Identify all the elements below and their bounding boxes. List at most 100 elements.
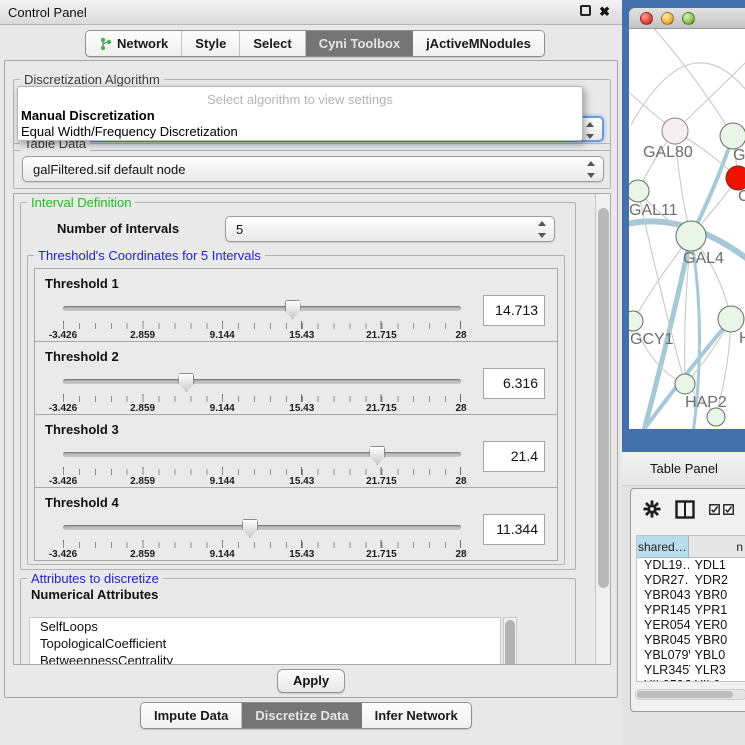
thresholds-group: Threshold's Coordinates for 5 Intervals … <box>27 255 565 565</box>
attributes-list-scrollbar[interactable] <box>503 617 517 665</box>
bottom-tab-bar: Impute Data Discretize Data Infer Networ… <box>140 702 472 729</box>
list-item[interactable]: TopologicalCoefficient <box>30 635 500 652</box>
close-traffic-light-icon[interactable] <box>640 12 653 25</box>
node-gal11[interactable] <box>629 180 649 202</box>
node-right-mid[interactable] <box>718 306 744 332</box>
tab-cyni-toolbox[interactable]: Cyni Toolbox <box>306 31 413 56</box>
top-tab-bar: Network Style Select Cyni Toolbox jActiv… <box>85 30 545 57</box>
table-row[interactable]: YBR043CYBR0 <box>637 588 745 603</box>
threshold-2-panel: Threshold 2 -3.426 2.859 9.144 <box>34 341 558 415</box>
panel-title: Control Panel <box>8 5 87 20</box>
scrollbar-thumb[interactable] <box>598 208 609 588</box>
threshold-2-label: Threshold 2 <box>45 349 119 364</box>
network-canvas[interactable]: GAL80 GA C GAL11 GAL4 H GCY1 HAP2 <box>629 29 745 429</box>
table-row[interactable]: YBR045CYBR0 <box>637 633 745 648</box>
threshold-1-slider[interactable]: -3.426 2.859 9.144 15.43 21.715 28 <box>63 299 461 341</box>
attributes-group-title: Attributes to discretize <box>27 571 163 586</box>
slider-minor-ticks <box>63 396 461 402</box>
interval-definition-title: Interval Definition <box>27 195 135 210</box>
table-data-select[interactable]: galFiltered.sif default node <box>22 156 604 182</box>
node-gcy1[interactable] <box>629 311 643 331</box>
tab-select[interactable]: Select <box>240 31 305 56</box>
combo-arrows-icon <box>538 221 547 238</box>
discretization-algorithm-title: Discretization Algorithm <box>20 72 164 87</box>
node-gal80[interactable] <box>662 118 688 144</box>
tab-network[interactable]: Network <box>86 31 182 56</box>
algorithm-dropdown-popup: Select algorithm to view settings Manual… <box>17 86 583 141</box>
list-item[interactable]: SelfLoops <box>30 618 500 635</box>
threshold-4-label: Threshold 4 <box>45 495 119 510</box>
list-item[interactable]: BetweennessCentrality <box>30 652 500 665</box>
cyni-toolbox-panel: Discretization Algorithm Table Data galF… <box>4 60 618 698</box>
tab-jactivemnodules-label: jActiveMNodules <box>426 36 531 51</box>
network-tab-icon <box>99 37 112 51</box>
tab-infer-network[interactable]: Infer Network <box>362 703 471 728</box>
tab-discretize-data-label: Discretize Data <box>255 708 348 723</box>
gear-icon[interactable] <box>643 500 661 518</box>
node-red-selected[interactable] <box>726 166 745 190</box>
network-view-window[interactable]: GAL80 GA C GAL11 GAL4 H GCY1 HAP2 <box>622 0 745 452</box>
settings-vertical-scrollbar[interactable] <box>595 194 610 664</box>
float-window-icon[interactable] <box>580 5 591 16</box>
table-row[interactable]: YIL052CYIL0 <box>637 678 745 682</box>
table-row[interactable]: YDL19…YDL1 <box>637 558 745 573</box>
checkbox-icon[interactable] <box>723 504 734 515</box>
slider-track[interactable] <box>63 306 461 311</box>
columns-icon[interactable] <box>675 500 695 519</box>
network-window-titlebar[interactable] <box>629 8 745 29</box>
table-row[interactable]: YLR345WYLR3 <box>637 663 745 678</box>
node-partial-top-right[interactable] <box>720 123 745 149</box>
table-data-group: Table Data galFiltered.sif default node <box>13 143 611 189</box>
close-icon[interactable]: ✖ <box>599 5 610 18</box>
slider-thumb[interactable] <box>369 446 385 465</box>
table-panel: shared… n YDL19…YDL1 YDR27…YDR2 YBR043CY… <box>630 488 745 712</box>
tab-infer-network-label: Infer Network <box>375 708 458 723</box>
checkbox-icon[interactable] <box>709 504 720 515</box>
threshold-2-value-field[interactable]: 6.316 <box>483 368 545 399</box>
node-label: GA <box>733 147 745 164</box>
table-row[interactable]: YPR145WYPR1 <box>637 603 745 618</box>
apply-button[interactable]: Apply <box>277 669 345 693</box>
popup-option-manual-discretization[interactable]: Manual Discretization <box>21 108 155 123</box>
tab-discretize-data[interactable]: Discretize Data <box>242 703 361 728</box>
numerical-attributes-list[interactable]: SelfLoops TopologicalCoefficient Between… <box>29 617 501 665</box>
slider-thumb[interactable] <box>242 519 258 538</box>
tab-style[interactable]: Style <box>182 31 240 56</box>
threshold-2-slider[interactable]: -3.426 2.859 9.144 15.43 21.715 28 <box>63 372 461 414</box>
table-toolbar <box>631 495 745 523</box>
node-label: HAP2 <box>685 394 727 411</box>
table-row[interactable]: YER054CYER0 <box>637 618 745 633</box>
column-header-name[interactable]: n <box>689 536 745 558</box>
popup-option-equal-width[interactable]: Equal Width/Frequency Discretization <box>21 124 238 139</box>
node-table: shared… n YDL19…YDL1 YDR27…YDR2 YBR043CY… <box>636 535 745 682</box>
threshold-4-slider[interactable]: -3.426 2.859 9.144 15.43 21.715 28 <box>63 518 461 560</box>
tab-impute-data[interactable]: Impute Data <box>141 703 242 728</box>
table-horizontal-scrollbar[interactable] <box>635 689 745 700</box>
tab-jactivemnodules[interactable]: jActiveMNodules <box>413 31 544 56</box>
threshold-4-value-field[interactable]: 11.344 <box>483 514 545 545</box>
node-label: H <box>739 330 745 347</box>
threshold-1-value-field[interactable]: 14.713 <box>483 295 545 326</box>
slider-track[interactable] <box>63 379 461 384</box>
slider-track[interactable] <box>63 452 461 457</box>
table-row[interactable]: YDR27…YDR2 <box>637 573 745 588</box>
popup-placeholder-option[interactable]: Select algorithm to view settings <box>18 92 582 107</box>
zoom-traffic-light-icon[interactable] <box>682 12 695 25</box>
threshold-3-value-field[interactable]: 21.4 <box>483 441 545 472</box>
threshold-3-slider[interactable]: -3.426 2.859 9.144 15.43 21.715 28 <box>63 445 461 487</box>
table-row[interactable]: YBL079WYBL0 <box>637 648 745 663</box>
node-hap2[interactable] <box>675 374 695 394</box>
tab-impute-data-label: Impute Data <box>154 708 228 723</box>
slider-track[interactable] <box>63 525 461 530</box>
slider-thumb[interactable] <box>178 373 194 392</box>
network-graph[interactable]: GAL80 GA C GAL11 GAL4 H GCY1 HAP2 <box>629 29 745 429</box>
threshold-3-label: Threshold 3 <box>45 422 119 437</box>
minimize-traffic-light-icon[interactable] <box>661 12 674 25</box>
slider-thumb[interactable] <box>285 300 301 319</box>
number-of-intervals-label: Number of Intervals <box>57 221 179 236</box>
column-header-shared-name[interactable]: shared… <box>637 536 689 558</box>
number-of-intervals-select[interactable]: 5 <box>225 216 555 242</box>
node-gal4[interactable] <box>676 221 706 251</box>
scrollbar-thumb[interactable] <box>637 691 733 698</box>
node-label: GCY1 <box>630 331 674 348</box>
